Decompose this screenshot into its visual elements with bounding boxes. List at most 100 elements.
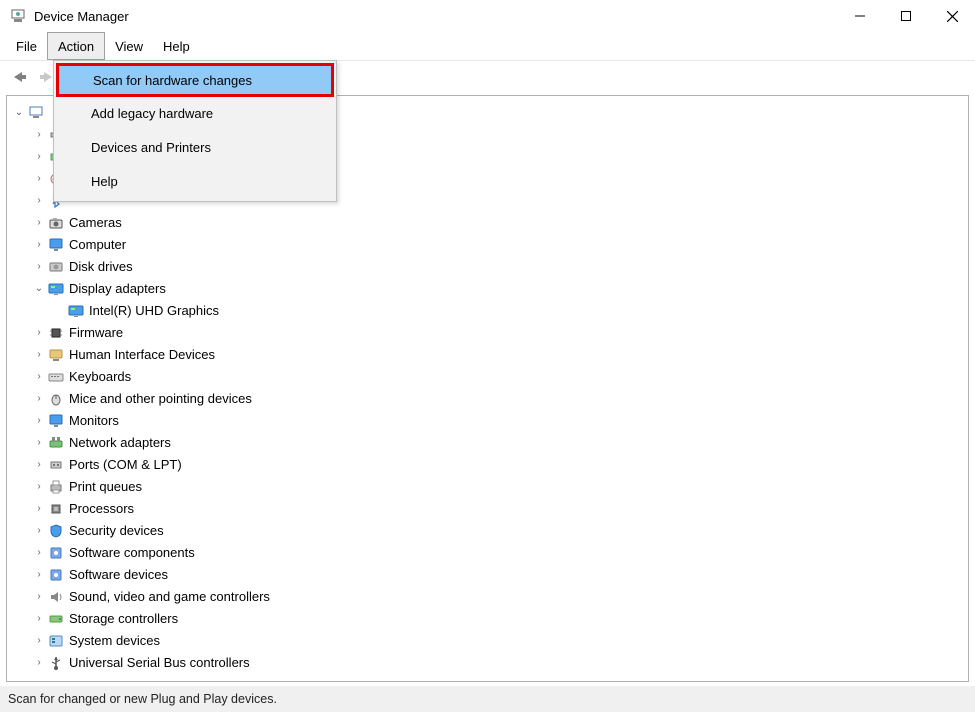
action-menu-dropdown: Scan for hardware changes Add legacy har… — [53, 60, 337, 202]
maximize-button[interactable] — [883, 0, 929, 32]
tree-node-label: Network adapters — [69, 432, 171, 454]
tree-expand-icon[interactable]: › — [31, 366, 47, 388]
tree-node[interactable]: › Firmware — [11, 322, 964, 344]
tree-node[interactable]: › Software devices — [11, 564, 964, 586]
tree-expand-icon[interactable]: › — [31, 454, 47, 476]
tree-node[interactable]: › Disk drives — [11, 256, 964, 278]
tree-expand-icon[interactable]: › — [31, 410, 47, 432]
tree-node[interactable]: › Computer — [11, 234, 964, 256]
tree-expand-icon[interactable]: › — [31, 322, 47, 344]
tree-node[interactable]: › Security devices — [11, 520, 964, 542]
tree-expand-icon[interactable]: › — [31, 542, 47, 564]
tree-node[interactable]: › Sound, video and game controllers — [11, 586, 964, 608]
tree-node[interactable]: ›Software components — [11, 542, 964, 564]
menu-view[interactable]: View — [105, 32, 153, 60]
tree-node-label: Human Interface Devices — [69, 344, 215, 366]
tree-node-label: Universal Serial Bus controllers — [69, 652, 250, 674]
tree-node-label: Cameras — [69, 212, 122, 234]
usb-icon — [47, 655, 65, 671]
tree-expand-icon[interactable]: › — [31, 498, 47, 520]
tree-expand-icon[interactable]: › — [31, 168, 47, 190]
tree-expand-icon[interactable]: › — [31, 476, 47, 498]
tree-node-label: Monitors — [69, 410, 119, 432]
app-icon — [10, 8, 26, 24]
port-icon — [47, 457, 65, 473]
monitor-icon — [47, 237, 65, 253]
window-title: Device Manager — [34, 9, 837, 24]
tree-expand-icon[interactable]: › — [31, 344, 47, 366]
tree-expand-icon[interactable]: › — [31, 630, 47, 652]
security-icon — [47, 523, 65, 539]
titlebar: Device Manager — [0, 0, 975, 32]
tree-node[interactable]: › Keyboards — [11, 366, 964, 388]
tree-node-label: Computer — [69, 234, 126, 256]
tree-node[interactable]: › Cameras — [11, 212, 964, 234]
tree-node[interactable]: › Processors — [11, 498, 964, 520]
tree-node[interactable]: ⌄ Display adapters — [11, 278, 964, 300]
tree-node[interactable]: › Print queues — [11, 476, 964, 498]
tree-expand-icon[interactable]: › — [31, 388, 47, 410]
network-icon — [47, 435, 65, 451]
mouse-icon — [47, 391, 65, 407]
tree-node-label: Print queues — [69, 476, 142, 498]
tree-expand-icon[interactable]: › — [31, 190, 47, 212]
menu-item-add-legacy[interactable]: Add legacy hardware — [57, 96, 333, 130]
tree-expand-icon[interactable]: › — [31, 256, 47, 278]
tree-node[interactable]: › Storage controllers — [11, 608, 964, 630]
menu-item-devices-printers[interactable]: Devices and Printers — [57, 130, 333, 164]
close-button[interactable] — [929, 0, 975, 32]
menubar: File Action View Help — [0, 32, 975, 60]
tree-node-label: Security devices — [69, 520, 164, 542]
tree-node[interactable]: ›System devices — [11, 630, 964, 652]
system-icon — [47, 633, 65, 649]
tree-node[interactable]: › Human Interface Devices — [11, 344, 964, 366]
tree-node[interactable]: › Monitors — [11, 410, 964, 432]
tree-node-label: Disk drives — [69, 256, 133, 278]
tree-expand-icon[interactable]: › — [31, 652, 47, 674]
tree-node-label: Keyboards — [69, 366, 131, 388]
sound-icon — [47, 589, 65, 605]
tree-expand-icon[interactable]: › — [31, 234, 47, 256]
software-icon — [47, 545, 65, 561]
software-icon — [47, 567, 65, 583]
processor-icon — [47, 501, 65, 517]
menu-file[interactable]: File — [6, 32, 47, 60]
tree-expand-icon[interactable]: › — [31, 608, 47, 630]
minimize-button[interactable] — [837, 0, 883, 32]
tree-node[interactable]: Intel(R) UHD Graphics — [11, 300, 964, 322]
tree-node-label: Processors — [69, 498, 134, 520]
tree-node-label: Firmware — [69, 322, 123, 344]
tree-expand-icon[interactable]: › — [31, 586, 47, 608]
tree-expand-icon[interactable]: ⌄ — [11, 102, 27, 124]
tree-node[interactable]: ›Mice and other pointing devices — [11, 388, 964, 410]
tree-expand-icon[interactable]: › — [31, 432, 47, 454]
keyboard-icon — [47, 369, 65, 385]
tree-expand-icon[interactable]: › — [31, 212, 47, 234]
tree-expand-icon[interactable]: › — [31, 146, 47, 168]
tree-node[interactable]: › Ports (COM & LPT) — [11, 454, 964, 476]
tree-expand-icon[interactable]: › — [31, 520, 47, 542]
back-button[interactable] — [6, 64, 32, 90]
tree-node-label: Storage controllers — [69, 608, 178, 630]
display-icon — [67, 303, 85, 319]
menu-help[interactable]: Help — [153, 32, 200, 60]
hid-icon — [47, 347, 65, 363]
tree-node-label: Software devices — [69, 564, 168, 586]
tree-node[interactable]: › Universal Serial Bus controllers — [11, 652, 964, 674]
disk-icon — [47, 259, 65, 275]
tree-node-label: Intel(R) UHD Graphics — [89, 300, 219, 322]
tree-expand-icon[interactable]: › — [31, 564, 47, 586]
tree-node-label: Display adapters — [69, 278, 166, 300]
camera-icon — [47, 215, 65, 231]
tree-expand-icon[interactable]: ⌄ — [31, 278, 47, 300]
computer-icon — [27, 105, 45, 121]
tree-node-label: Sound, video and game controllers — [69, 586, 270, 608]
menu-action[interactable]: Action — [47, 32, 105, 60]
tree-expand-icon[interactable]: › — [31, 124, 47, 146]
tree-node[interactable]: › Network adapters — [11, 432, 964, 454]
statusbar: Scan for changed or new Plug and Play de… — [0, 686, 975, 712]
menu-item-help[interactable]: Help — [57, 164, 333, 198]
tree-node-label: Ports (COM & LPT) — [69, 454, 182, 476]
menu-item-scan-hardware[interactable]: Scan for hardware changes — [56, 63, 334, 97]
chip-icon — [47, 325, 65, 341]
